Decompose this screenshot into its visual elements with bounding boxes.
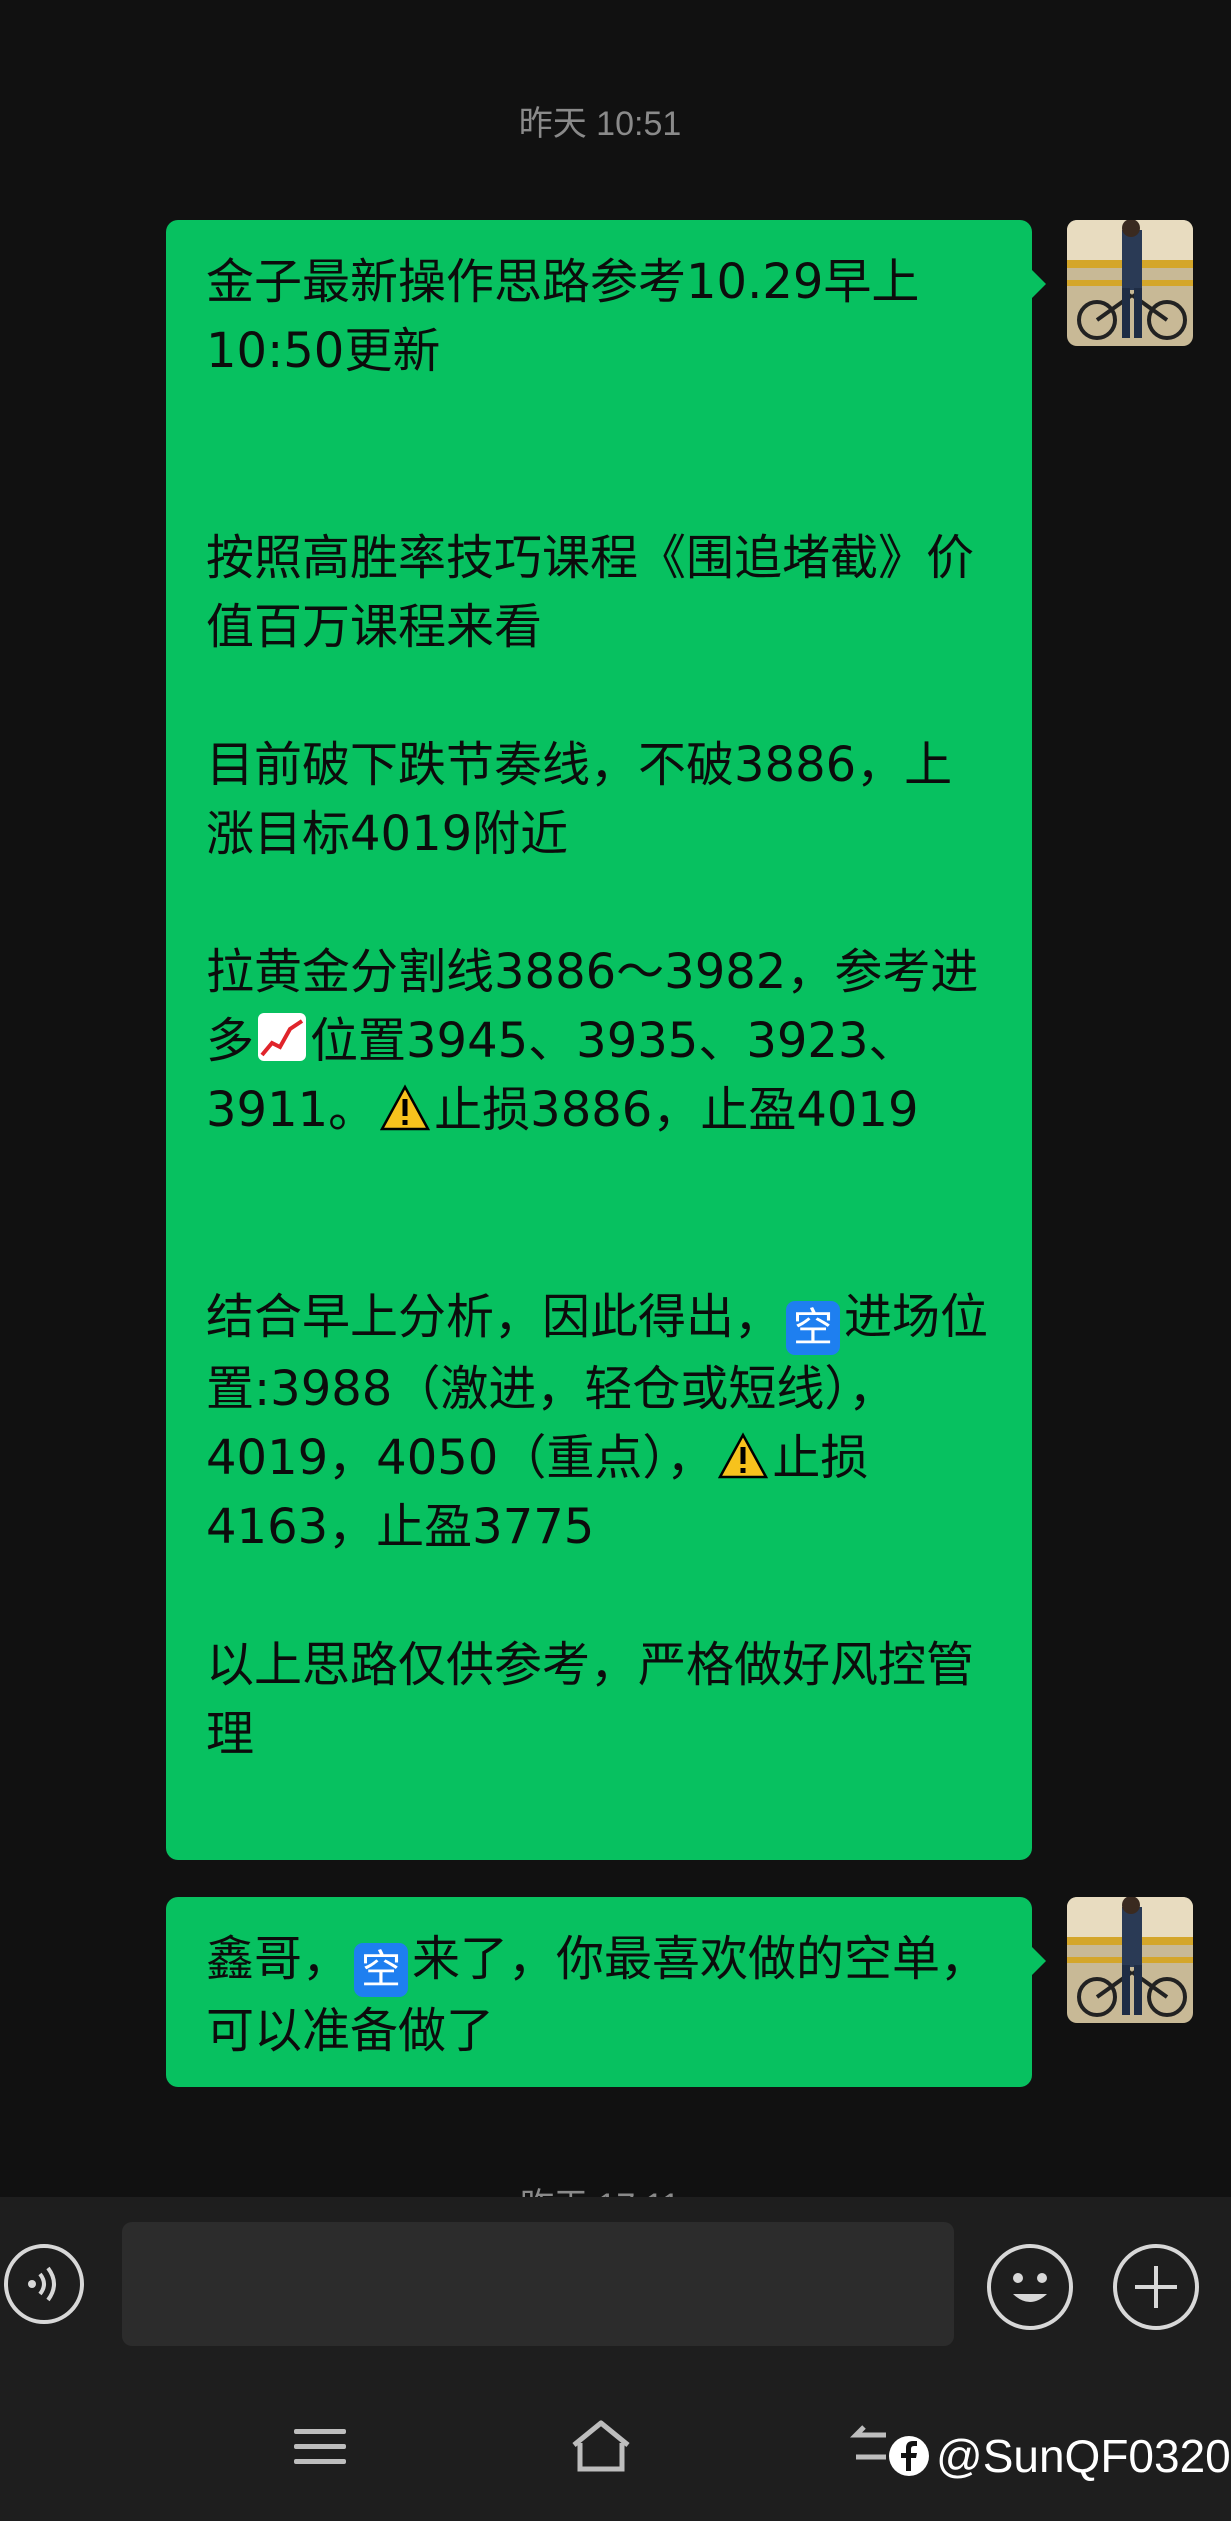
avatar[interactable] [1067, 220, 1193, 346]
text-segment: 止损3886，止盈4019 [434, 1082, 919, 1138]
message-bubble-1[interactable]: 金子最新操作思路参考10.29早上10:50更新 按照高胜率技巧课程《围追堵截》… [166, 220, 1046, 1860]
chart-increasing-emoji-icon [258, 1013, 307, 1061]
message-paragraph: 拉黄金分割线3886～3982，参考进多 位置3945、3935、3923、391… [206, 938, 992, 1145]
facebook-logo-icon [889, 2436, 929, 2476]
menu-icon[interactable] [290, 2417, 350, 2481]
input-bar [0, 2197, 1231, 2377]
message-paragraph: 结合早上分析，因此得出，空进场位置:3988（激进，轻仓或短线），4019，40… [206, 1283, 992, 1562]
kong-emoji-icon: 空 [786, 1301, 841, 1355]
avatar[interactable] [1067, 1897, 1193, 2023]
kong-emoji-icon: 空 [354, 1943, 409, 1997]
message-paragraph: 按照高胜率技巧课程《围追堵截》价值百万课程来看 [206, 530, 975, 655]
timestamp-top: 昨天 10:51 [518, 105, 682, 143]
text-segment: 鑫哥， [206, 1931, 351, 1987]
message-input[interactable] [122, 2222, 954, 2346]
plus-icon[interactable] [1113, 2244, 1199, 2330]
message-bubble-2[interactable]: 鑫哥，空来了，你最喜欢做的空单，可以准备做了 [166, 1897, 1046, 2087]
watermark-text: @SunQF0320 [936, 2430, 1231, 2482]
message-paragraph: 金子最新操作思路参考10.29早上10:50更新 [206, 254, 920, 379]
back-icon[interactable] [849, 2417, 890, 2481]
text-segment: 结合早上分析，因此得出， [206, 1289, 783, 1345]
avatar-photo [1067, 1897, 1193, 2023]
message-paragraph: 鑫哥，空来了，你最喜欢做的空单，可以准备做了 [206, 1925, 992, 2066]
message-paragraph: 目前破下跌节奏线，不破3886，上涨目标4019附近 [206, 737, 953, 862]
warning-emoji-icon [380, 1082, 431, 1131]
watermark: @SunQF0320 [888, 2428, 1231, 2484]
message-paragraph: 以上思路仅供参考，严格做好风控管理 [206, 1637, 975, 1762]
warning-emoji-icon [718, 1430, 769, 1479]
avatar-photo [1067, 220, 1193, 346]
voice-icon[interactable] [4, 2244, 84, 2324]
emoji-icon[interactable] [987, 2244, 1073, 2330]
home-icon[interactable] [568, 2417, 634, 2481]
